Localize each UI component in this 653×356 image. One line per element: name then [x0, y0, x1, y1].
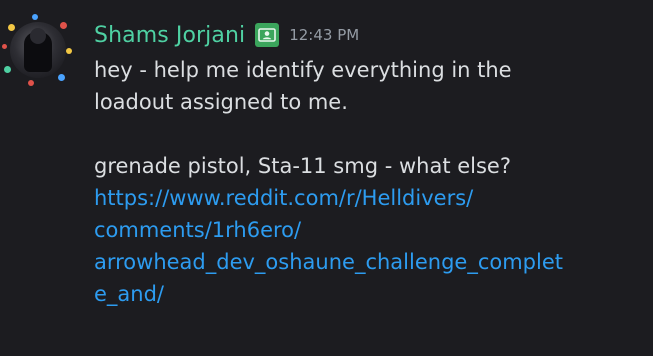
- avatar[interactable]: [2, 14, 74, 86]
- message-content: hey - help me identify everything in the…: [94, 54, 649, 310]
- avatar-decoration-light: [8, 24, 15, 31]
- avatar-decoration-light: [2, 44, 7, 49]
- avatar-decoration-light: [32, 14, 38, 20]
- author-name[interactable]: Shams Jorjani: [94, 23, 245, 48]
- message-link[interactable]: arrowhead_dev_oshaune_challenge_complet: [94, 246, 649, 278]
- message-link[interactable]: e_and/: [94, 278, 649, 310]
- message-text-line: grenade pistol, Sta-11 smg - what else?: [94, 154, 511, 178]
- avatar-decoration-light: [66, 48, 72, 54]
- message-text-line: hey - help me identify everything in the: [94, 58, 512, 82]
- chat-message: Shams Jorjani 12:43 PM hey - help me ide…: [0, 0, 653, 356]
- avatar-decoration-light: [4, 66, 11, 73]
- message-link[interactable]: https://www.reddit.com/r/Helldivers/: [94, 182, 649, 214]
- timestamp[interactable]: 12:43 PM: [289, 26, 359, 44]
- avatar-decoration-light: [58, 74, 65, 81]
- message-text-line: [94, 118, 649, 150]
- id-card-icon[interactable]: [255, 23, 280, 47]
- message-text-line: loadout assigned to me.: [94, 90, 348, 114]
- message-header: Shams Jorjani 12:43 PM: [94, 18, 359, 52]
- message-link[interactable]: comments/1rh6ero/: [94, 214, 649, 246]
- avatar-image: [10, 22, 66, 78]
- avatar-decoration-light: [60, 22, 67, 29]
- avatar-decoration-light: [28, 80, 34, 86]
